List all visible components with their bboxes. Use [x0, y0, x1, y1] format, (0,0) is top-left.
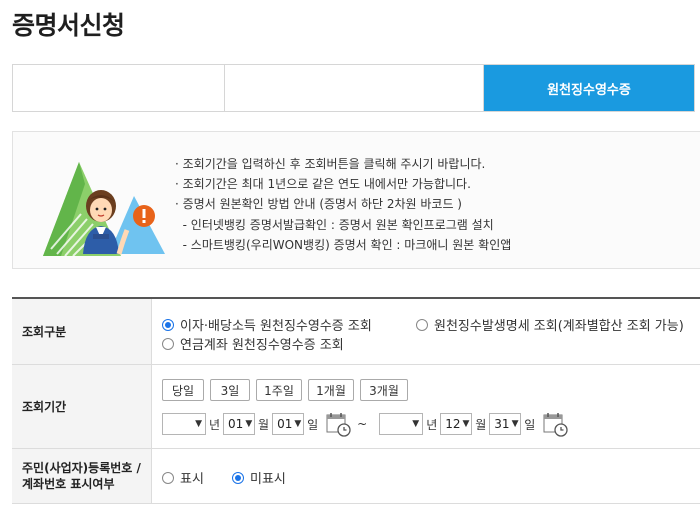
- chevron-down-icon: ▼: [462, 419, 470, 429]
- page-title: 증명서신청: [12, 11, 125, 40]
- radio-withholding-detail[interactable]: 원천징수발생명세 조회(계좌별합산 조회 가능): [416, 315, 684, 334]
- from-day-select[interactable]: 01 ▼: [272, 413, 305, 435]
- radio-pension-account[interactable]: 연금계좌 원천징수영수증 조회: [162, 334, 344, 353]
- period-today-button[interactable]: 당일: [162, 379, 204, 401]
- notice-item: · 조회기간은 최대 1년으로 같은 연도 내에서만 가능합니다.: [175, 177, 471, 192]
- radio-hide-id[interactable]: 미표시: [232, 468, 286, 487]
- inquiry-type-row: 조회구분 이자·배당소득 원천징수영수증 조회 원천징수발생명세 조회(계좌별합…: [12, 299, 700, 365]
- to-month-select[interactable]: 12 ▼: [440, 413, 473, 435]
- calendar-icon[interactable]: [542, 411, 568, 437]
- chevron-down-icon: ▼: [245, 419, 253, 429]
- inquiry-type-label: 조회구분: [12, 299, 152, 364]
- period-3months-button[interactable]: 3개월: [360, 379, 408, 401]
- customer-service-illustration: [43, 162, 165, 257]
- calendar-icon[interactable]: [325, 411, 351, 437]
- date-range: ▼ 년 01 ▼ 월 01 ▼ 일 ~ ▼ 년 12 ▼ 월 31 ▼ 일: [162, 411, 568, 437]
- tab-2[interactable]: [225, 65, 484, 111]
- period-1month-button[interactable]: 1개월: [308, 379, 354, 401]
- notice-item: · 증명서 원본확인 방법 안내 (증명서 하단 2차원 바코드 ): [175, 197, 462, 212]
- from-year-select[interactable]: ▼: [162, 413, 206, 435]
- notice-box: · 조회기간을 입력하신 후 조회버튼을 클릭해 주시기 바랍니다. · 조회기…: [12, 131, 700, 269]
- id-display-label: 주민(사업자)등록번호 / 계좌번호 표시여부: [12, 449, 152, 503]
- period-label: 조회기간: [12, 365, 152, 448]
- period-1week-button[interactable]: 1주일: [256, 379, 302, 401]
- tab-1[interactable]: [13, 65, 225, 111]
- notice-list: · 조회기간을 입력하신 후 조회버튼을 클릭해 주시기 바랍니다. · 조회기…: [175, 154, 511, 255]
- from-month-select[interactable]: 01 ▼: [223, 413, 256, 435]
- notice-item: - 인터넷뱅킹 증명서발급확인 : 증명서 원본 확인프로그램 설치: [175, 217, 494, 232]
- notice-item: · 조회기간을 입력하신 후 조회버튼을 클릭해 주시기 바랍니다.: [175, 157, 486, 171]
- radio-interest-dividend[interactable]: 이자·배당소득 원천징수영수증 조회: [162, 315, 372, 334]
- inquiry-form: 조회구분 이자·배당소득 원천징수영수증 조회 원천징수발생명세 조회(계좌별합…: [12, 297, 700, 504]
- to-year-select[interactable]: ▼: [379, 413, 424, 435]
- chevron-down-icon: ▼: [511, 419, 519, 429]
- notice-item: - 스마트뱅킹(우리WON뱅킹) 증명서 확인 : 마크애니 원본 확인앱: [175, 237, 512, 252]
- id-display-row: 주민(사업자)등록번호 / 계좌번호 표시여부 표시 미표시: [12, 449, 700, 504]
- chevron-down-icon: ▼: [195, 419, 202, 429]
- radio-show-id[interactable]: 표시: [162, 468, 204, 487]
- to-day-select[interactable]: 31 ▼: [489, 413, 522, 435]
- chevron-down-icon: ▼: [294, 419, 302, 429]
- period-row: 조회기간 당일 3일 1주일 1개월 3개월 ▼ 년 01▼ 월 01▼ 일: [12, 365, 700, 449]
- period-3days-button[interactable]: 3일: [210, 379, 250, 401]
- tab-bar: 원천징수영수증: [12, 64, 695, 112]
- tab-withholding-receipt[interactable]: 원천징수영수증: [484, 65, 694, 111]
- chevron-down-icon: ▼: [412, 419, 420, 429]
- quick-period-buttons: 당일 3일 1주일 1개월 3개월: [162, 379, 408, 401]
